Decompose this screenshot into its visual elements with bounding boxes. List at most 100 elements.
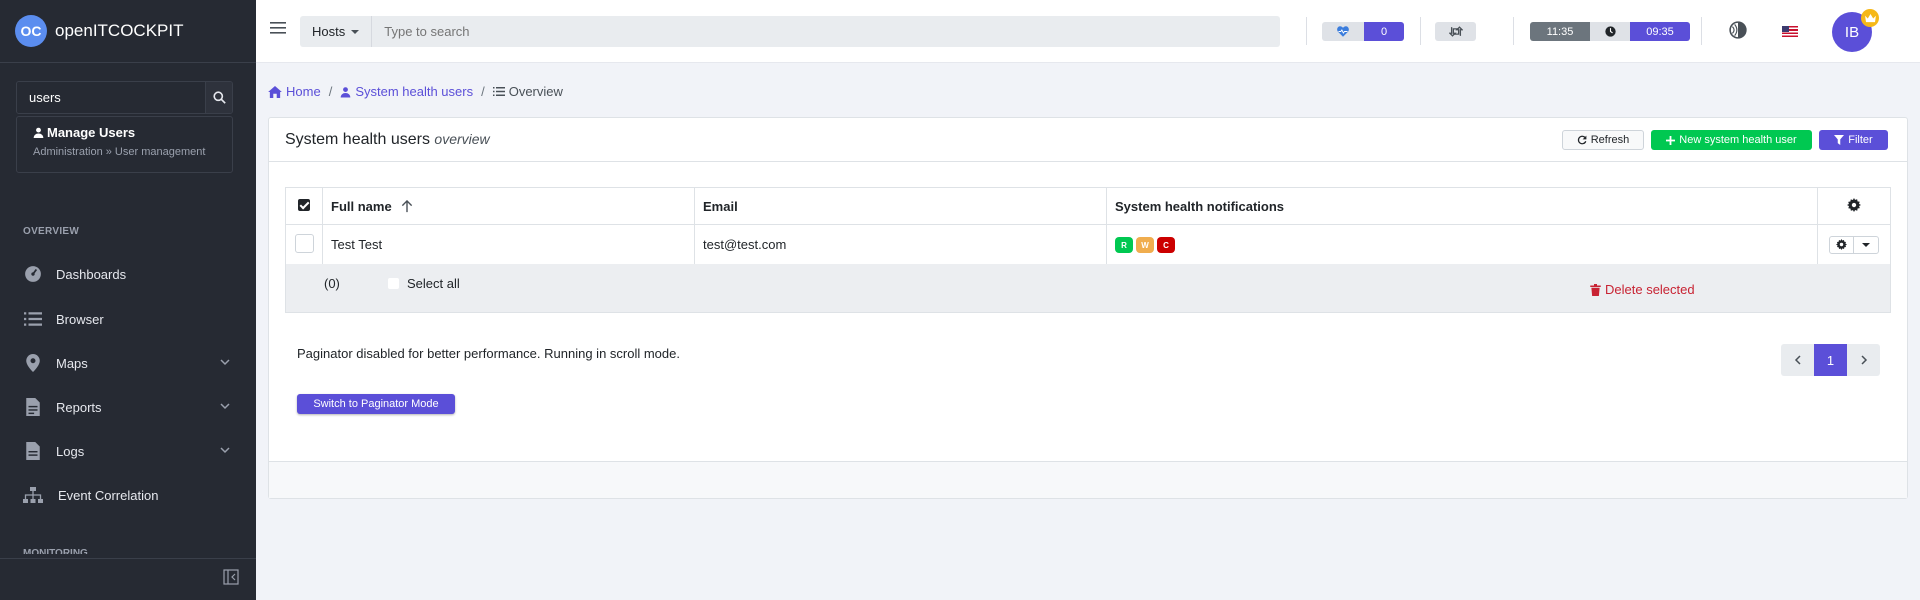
- search-scope-dropdown[interactable]: Hosts: [300, 16, 373, 47]
- breadcrumb-current-label: Overview: [508, 84, 563, 99]
- gear-icon: [1836, 239, 1847, 250]
- search-scope-label: Hosts: [312, 24, 346, 39]
- refresh-button[interactable]: Refresh: [1562, 130, 1644, 150]
- home-icon: [268, 85, 282, 98]
- nav-section-monitoring: MONITORING: [23, 548, 88, 554]
- next-page-button[interactable]: [1847, 344, 1880, 376]
- system-health-indicator[interactable]: 0: [1322, 22, 1404, 41]
- sidebar-item-label: Reports: [56, 399, 102, 415]
- sidebar-item-label: Logs: [56, 443, 85, 459]
- row-dropdown-toggle[interactable]: [1854, 237, 1878, 253]
- select-all-checkbox[interactable]: [388, 278, 399, 289]
- select-all-header[interactable]: [285, 187, 323, 225]
- chevron-left-icon: [1794, 355, 1801, 365]
- header-divider: [1513, 17, 1514, 45]
- cell-full-name: Test Test: [322, 224, 695, 265]
- plus-icon: [1666, 135, 1676, 145]
- clock-widget[interactable]: 11:35 09:35: [1530, 22, 1690, 41]
- filter-icon: [1834, 135, 1845, 145]
- local-time: 11:35: [1530, 22, 1590, 41]
- users-table: Full name Email System health notificati…: [285, 187, 1891, 265]
- sidebar-item-label: Browser: [56, 311, 104, 327]
- select-all-label: Select all: [407, 276, 460, 291]
- breadcrumb-home[interactable]: Home: [268, 84, 321, 99]
- column-label: Email: [703, 198, 738, 214]
- search-result-title: Manage Users: [33, 125, 216, 140]
- search-result-title-text: Manage Users: [47, 125, 136, 140]
- sidebar-item-label: Dashboards: [56, 266, 127, 282]
- server-time: 09:35: [1630, 22, 1690, 41]
- list-icon: [492, 87, 505, 96]
- crown-icon: [1861, 9, 1879, 27]
- collapse-sidebar-icon[interactable]: [223, 569, 239, 585]
- language-flag-icon[interactable]: [1782, 26, 1798, 37]
- column-header-settings[interactable]: [1817, 187, 1891, 225]
- row-select-cell[interactable]: [285, 224, 323, 265]
- global-search-input[interactable]: [372, 24, 1280, 39]
- sort-ascending-icon: [402, 199, 413, 212]
- cell-notifications: RWC: [1106, 224, 1818, 265]
- prev-page-button[interactable]: [1781, 344, 1814, 376]
- search-result-item[interactable]: Manage Users Administration » User manag…: [16, 116, 233, 173]
- sidebar-item-maps[interactable]: Maps: [0, 345, 256, 381]
- row-checkbox[interactable]: [294, 233, 314, 253]
- search-result-path: Administration » User management: [33, 146, 206, 158]
- theme-toggle-icon[interactable]: [1729, 21, 1747, 39]
- trash-icon: [1590, 283, 1601, 296]
- breadcrumb-system-health-users[interactable]: System health users: [340, 84, 473, 99]
- sidebar-item-event-correlation[interactable]: Event Correlation: [0, 477, 256, 513]
- chevron-down-icon: [220, 447, 230, 454]
- row-edit-button[interactable]: [1830, 236, 1854, 253]
- new-system-health-user-button[interactable]: New system health user: [1651, 130, 1812, 150]
- file-icon: [23, 441, 43, 461]
- column-header-full-name[interactable]: Full name: [322, 187, 695, 225]
- brand[interactable]: OC openITCOCKPIT: [0, 0, 256, 63]
- menu-search-button[interactable]: [205, 82, 232, 113]
- refresh-button-label: Refresh: [1590, 134, 1630, 146]
- search-icon: [212, 91, 226, 104]
- system-health-count: 0: [1364, 22, 1404, 41]
- table-row: Test Test test@test.com RWC: [285, 224, 1891, 265]
- row-actions-cell: [1817, 224, 1891, 265]
- pagination: 1: [1781, 344, 1880, 376]
- delete-selected-button[interactable]: Delete selected: [1590, 282, 1695, 297]
- selected-count: (0): [324, 276, 340, 291]
- checkbox-checked-icon: [298, 198, 310, 211]
- sidebar-item-browser[interactable]: Browser: [0, 301, 256, 337]
- hamburger-icon[interactable]: [270, 20, 286, 36]
- sidebar-item-dashboards[interactable]: Dashboards: [0, 256, 256, 292]
- filter-button[interactable]: Filter: [1819, 130, 1888, 150]
- warning-badge: W: [1136, 237, 1154, 254]
- sitemap-icon: [23, 485, 43, 505]
- caret-down-icon: [351, 29, 360, 34]
- sidebar: OC openITCOCKPIT Manage Users Administra…: [0, 0, 256, 600]
- report-icon: [23, 397, 43, 417]
- gear-icon: [1847, 197, 1861, 212]
- user-icon: [33, 127, 44, 138]
- column-header-email[interactable]: Email: [694, 187, 1107, 225]
- clock-icon: [1590, 22, 1630, 41]
- sidebar-item-logs[interactable]: Logs: [0, 433, 256, 469]
- column-header-notifications[interactable]: System health notifications: [1106, 187, 1818, 225]
- cell-email: test@test.com: [694, 224, 1107, 265]
- page-number[interactable]: 1: [1814, 344, 1847, 376]
- breadcrumb-current: Overview: [492, 84, 563, 99]
- top-header: Hosts 0 11:35 09:35 IB: [256, 0, 1920, 63]
- page-subtitle: overview: [434, 131, 490, 147]
- chevron-right-icon: [1860, 355, 1867, 365]
- paginator-info: Paginator disabled for better performanc…: [297, 346, 680, 361]
- chevron-down-icon: [220, 403, 230, 410]
- sidebar-item-reports[interactable]: Reports: [0, 389, 256, 425]
- global-search: Hosts: [300, 16, 1280, 47]
- menu-search-input[interactable]: [17, 82, 205, 113]
- breadcrumb-home-label: Home: [286, 84, 321, 99]
- selection-bar: (0) Select all Delete selected: [285, 264, 1891, 313]
- sidebar-item-label: Event Correlation: [58, 487, 159, 503]
- select-all-link[interactable]: Select all: [388, 276, 460, 291]
- refresh-toggle-button[interactable]: [1435, 22, 1476, 41]
- header-divider: [1420, 17, 1421, 45]
- switch-paginator-mode-button[interactable]: Switch to Paginator Mode: [297, 394, 455, 414]
- row-action-group[interactable]: [1829, 235, 1879, 254]
- critical-badge: C: [1157, 237, 1175, 254]
- dashboard-icon: [23, 264, 43, 284]
